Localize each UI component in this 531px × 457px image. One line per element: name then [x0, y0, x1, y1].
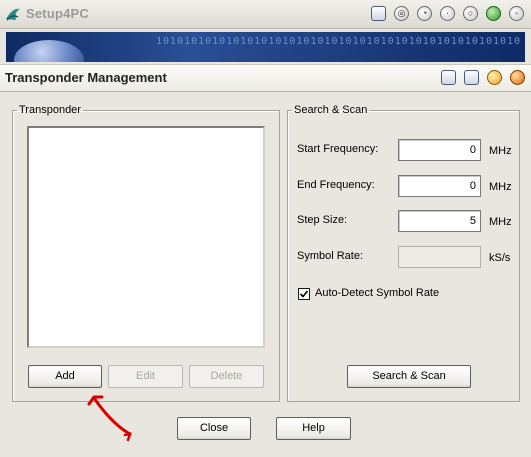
close-icon[interactable]: ◦: [509, 6, 524, 21]
help-button[interactable]: Help: [276, 417, 351, 440]
app-title: Setup4PC: [26, 6, 90, 21]
dialog-minimize-icon[interactable]: [487, 70, 502, 85]
end-frequency-label: End Frequency:: [297, 179, 375, 191]
symbol-rate-label: Symbol Rate:: [297, 250, 364, 262]
calendar-icon[interactable]: [371, 6, 386, 21]
close-button-label: Close: [199, 422, 229, 434]
auto-detect-label: Auto-Detect Symbol Rate: [315, 287, 440, 299]
start-frequency-label: Start Frequency:: [297, 143, 379, 155]
edit-button-label: Edit: [136, 370, 155, 382]
add-button[interactable]: Add: [28, 365, 102, 388]
edit-button[interactable]: Edit: [108, 365, 183, 388]
dialog-calendar-icon[interactable]: [441, 70, 456, 85]
auto-detect-checkbox[interactable]: [298, 288, 310, 300]
transponder-list[interactable]: [27, 126, 265, 348]
banner-logo: [14, 40, 84, 62]
transponder-group-label: Transponder: [19, 104, 81, 116]
delete-button[interactable]: Delete: [189, 365, 264, 388]
app-titlebar: Setup4PC ◎ ◔ · ○ ◦: [0, 0, 531, 29]
power-icon[interactable]: [486, 6, 501, 21]
app-banner: 1010101010101010101010101010101010101010…: [6, 32, 525, 62]
checkmark-icon: [299, 290, 309, 298]
banner-binary-decoration: 1010101010101010101010101010101010101010…: [156, 36, 522, 47]
search-scan-button-label: Search & Scan: [372, 370, 446, 382]
search-scan-group-label: Search & Scan: [294, 104, 368, 116]
media-icon[interactable]: ◎: [394, 6, 409, 21]
dialog-titlebar: Transponder Management: [0, 64, 531, 92]
search-scan-button[interactable]: Search & Scan: [347, 365, 471, 388]
step-size-unit: MHz: [489, 216, 512, 228]
restore-icon[interactable]: ○: [463, 6, 478, 21]
end-frequency-unit: MHz: [489, 181, 512, 193]
end-frequency-field[interactable]: 0: [398, 175, 481, 197]
start-frequency-field[interactable]: 0: [398, 139, 481, 161]
add-button-label: Add: [55, 370, 75, 382]
help-button-label: Help: [302, 422, 325, 434]
symbol-rate-unit: kS/s: [489, 252, 511, 264]
symbol-rate-field[interactable]: [398, 246, 481, 268]
minimize-icon[interactable]: ·: [440, 6, 455, 21]
dialog-title: Transponder Management: [5, 70, 167, 85]
clock-icon[interactable]: ◔: [417, 6, 432, 21]
delete-button-label: Delete: [210, 370, 243, 382]
annotation-arrow-icon: [87, 395, 132, 442]
start-frequency-unit: MHz: [489, 145, 512, 157]
close-button[interactable]: Close: [177, 417, 251, 440]
dialog-close-icon[interactable]: [510, 70, 525, 85]
app-logo-icon: [6, 8, 20, 21]
step-size-field[interactable]: 5: [398, 210, 481, 232]
step-size-label: Step Size:: [297, 214, 348, 226]
dialog-media-icon[interactable]: [464, 70, 479, 85]
